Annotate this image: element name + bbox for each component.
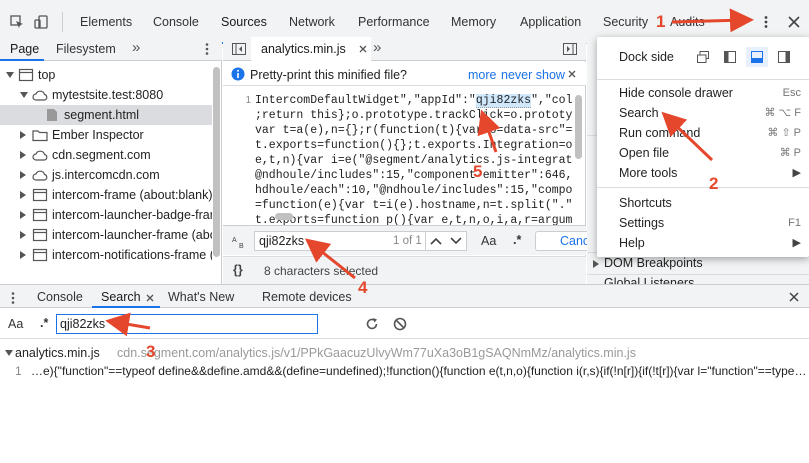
annotation-number-3: 3	[146, 342, 156, 361]
annotation-number-4: 4	[358, 278, 368, 297]
annotation-number-5: 5	[473, 162, 483, 181]
annotation-arrow-2	[661, 111, 714, 162]
annotation-number-2: 2	[709, 174, 719, 193]
annotation-arrow-3	[105, 312, 151, 337]
annotation-number-1: 1	[656, 12, 666, 31]
annotation-arrow-5	[477, 109, 501, 153]
annotation-arrow-4	[304, 238, 356, 280]
annotation-arrow-1	[671, 8, 754, 33]
annotation-arrows	[105, 8, 754, 337]
